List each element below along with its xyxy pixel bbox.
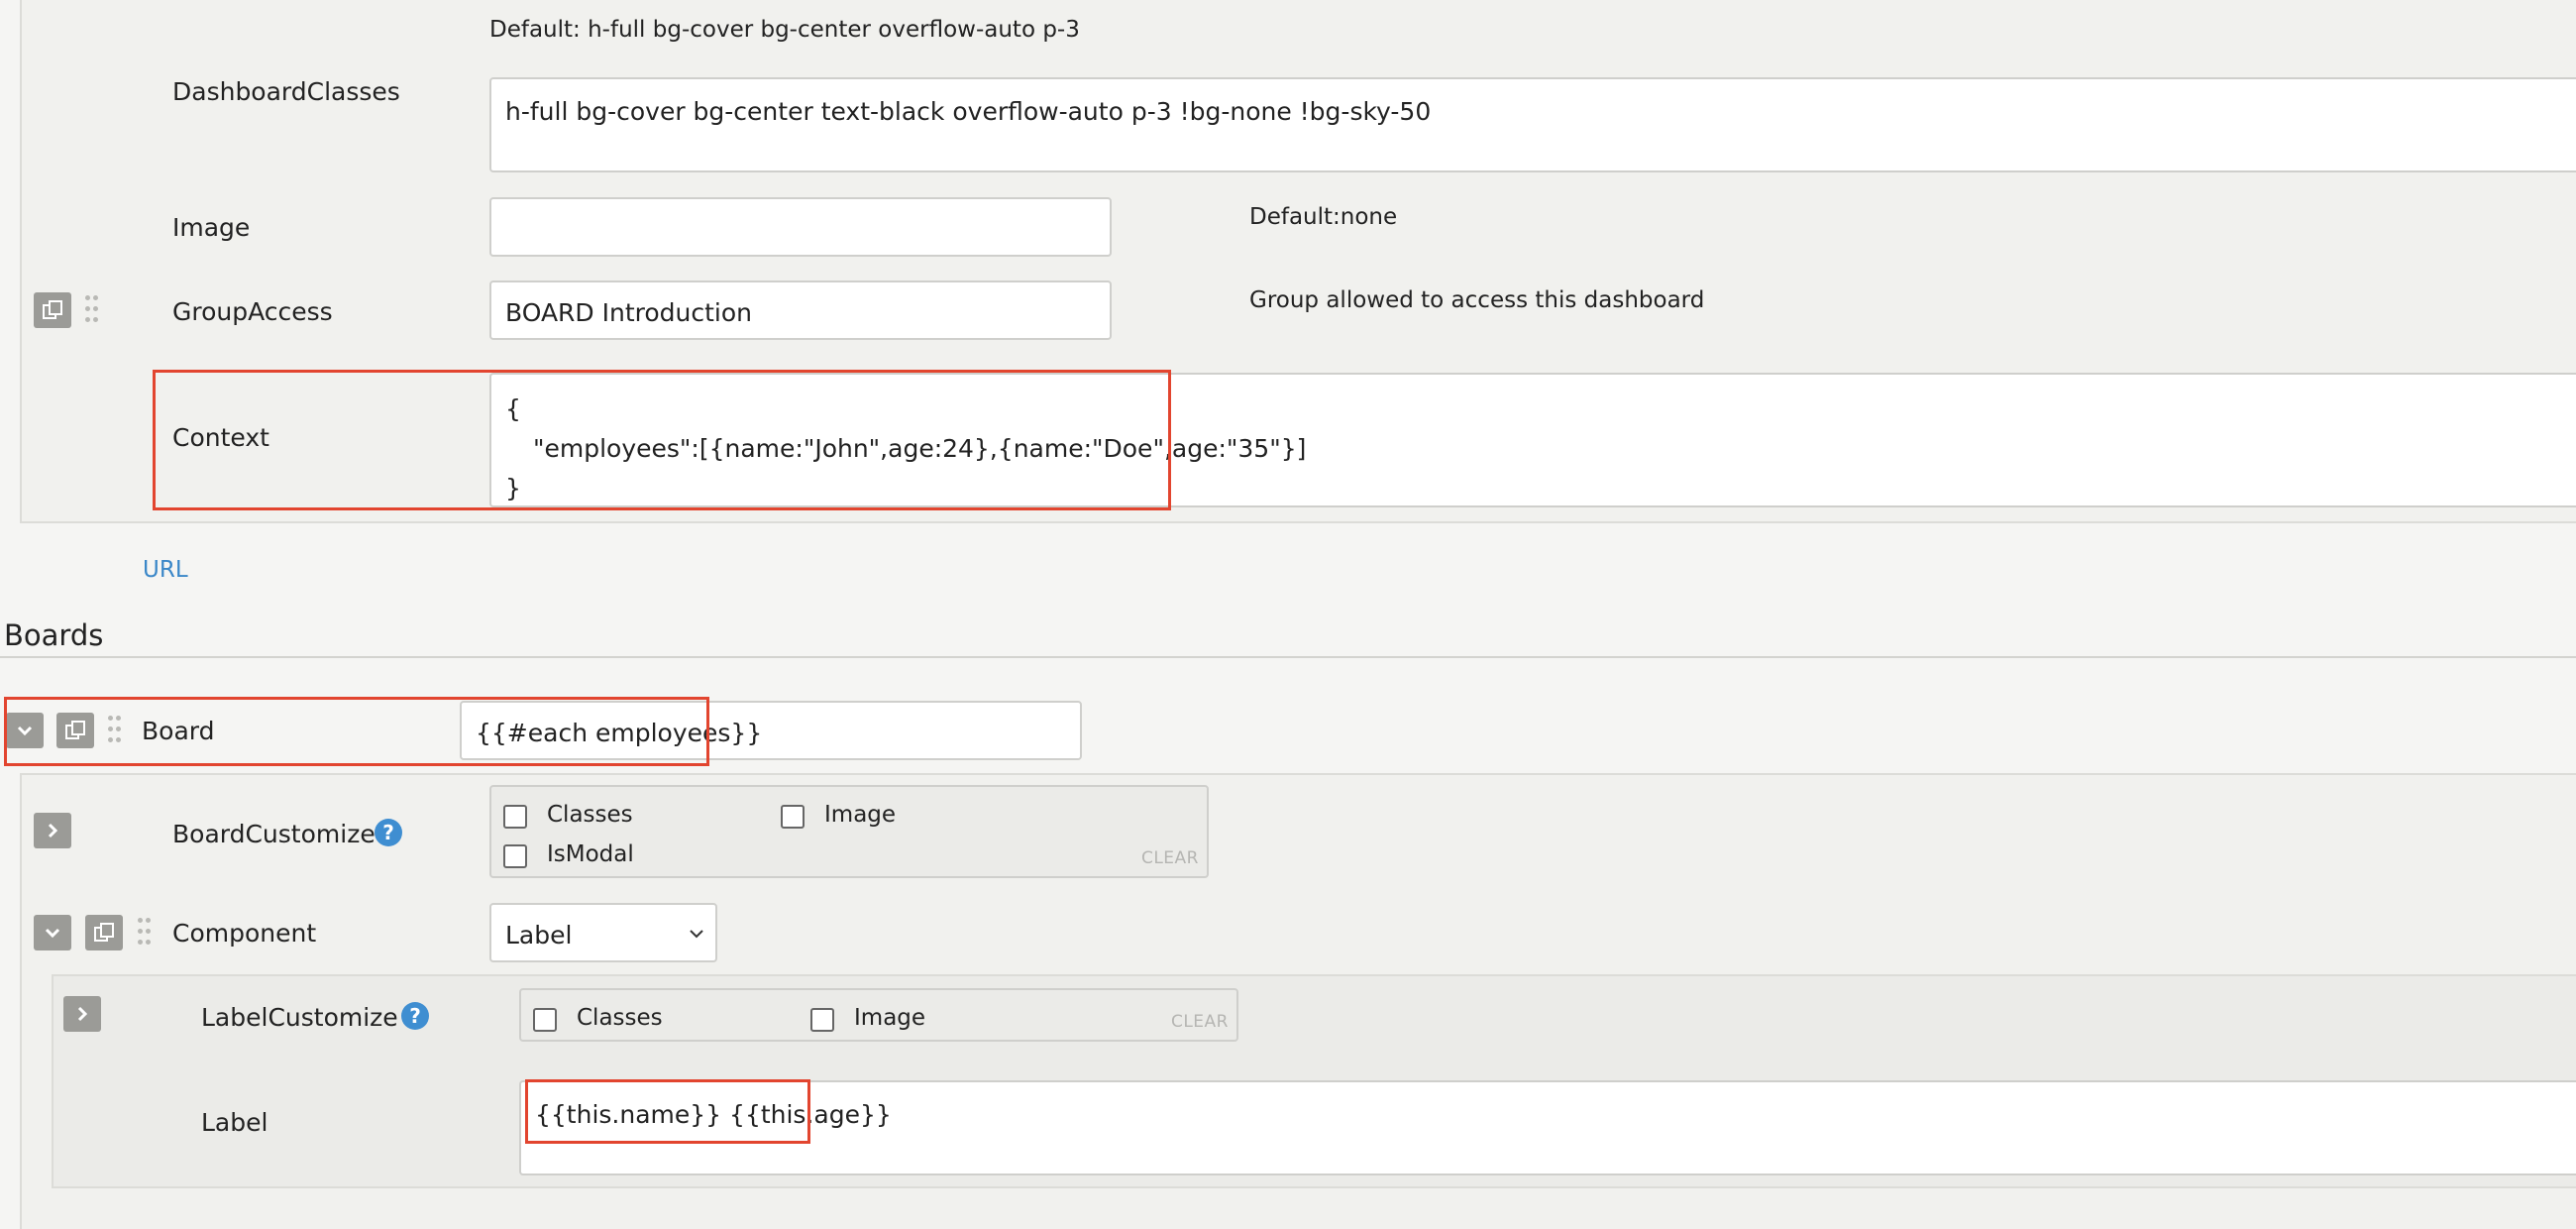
- drag-handle-icon[interactable]: [138, 918, 152, 948]
- dashboard-classes-input[interactable]: h-full bg-cover bg-center text-black ove…: [489, 77, 2576, 172]
- image-label: Image: [172, 213, 251, 242]
- image-input[interactable]: [489, 197, 1112, 257]
- group-access-label: GroupAccess: [172, 297, 333, 326]
- image-default-hint: Default:none: [1249, 204, 1398, 230]
- help-icon[interactable]: ?: [401, 1002, 429, 1030]
- label-field-input[interactable]: {{this.name}} {{this.age}}: [519, 1080, 2576, 1175]
- select-chevron-icon: [690, 930, 703, 939]
- dashboard-classes-label: DashboardClasses: [172, 77, 400, 106]
- label-field-label: Label: [201, 1108, 268, 1137]
- chevron-right-icon: [77, 1006, 88, 1022]
- label-field-highlight: [525, 1079, 810, 1144]
- chevron-right-icon: [48, 823, 58, 838]
- board-customize-options: Classes Image IsModal CLEAR: [489, 785, 1209, 878]
- classes-option-label: Classes: [547, 802, 633, 828]
- label-customize-label: LabelCustomize: [201, 1003, 398, 1032]
- dashboard-classes-default-hint: Default: h-full bg-cover bg-center overf…: [489, 17, 1080, 43]
- context-highlight: [153, 370, 1171, 510]
- component-selected-value: Label: [505, 921, 573, 950]
- image-checkbox[interactable]: [810, 1008, 834, 1032]
- board-customize-label: BoardCustomize: [172, 820, 376, 848]
- label-customize-clear-button[interactable]: CLEAR: [1171, 1012, 1229, 1032]
- ismodal-option-label: IsModal: [547, 841, 634, 867]
- copy-icon: [43, 300, 62, 319]
- boards-heading: Boards: [4, 618, 104, 652]
- image-checkbox[interactable]: [781, 805, 805, 829]
- label-customize-options: Classes Image CLEAR: [519, 988, 1238, 1042]
- collapse-component-button[interactable]: [34, 915, 71, 950]
- expand-label-customize-button[interactable]: [63, 996, 101, 1032]
- boards-divider: [0, 656, 2576, 658]
- image-option-label: Image: [854, 1005, 926, 1031]
- group-access-value: BOARD Introduction: [505, 298, 753, 327]
- copy-component-button[interactable]: [85, 915, 123, 950]
- component-select[interactable]: Label: [489, 903, 717, 962]
- expand-board-customize-button[interactable]: [34, 813, 71, 848]
- board-highlight: [4, 697, 709, 766]
- classes-option-label: Classes: [577, 1005, 663, 1031]
- chevron-down-icon: [45, 928, 60, 939]
- board-customize-clear-button[interactable]: CLEAR: [1141, 848, 1199, 868]
- group-access-hint: Group allowed to access this dashboard: [1249, 287, 1705, 313]
- group-access-input[interactable]: BOARD Introduction: [489, 280, 1112, 340]
- image-option-label: Image: [824, 802, 897, 828]
- component-label: Component: [172, 919, 317, 948]
- ismodal-checkbox[interactable]: [503, 844, 527, 868]
- classes-checkbox[interactable]: [533, 1008, 557, 1032]
- drag-handle-icon[interactable]: [85, 295, 99, 325]
- help-icon[interactable]: ?: [375, 819, 402, 846]
- url-link[interactable]: URL: [143, 559, 188, 582]
- copy-button[interactable]: [34, 292, 71, 328]
- copy-icon: [94, 923, 114, 942]
- dashboard-classes-value: h-full bg-cover bg-center text-black ove…: [505, 97, 1432, 126]
- classes-checkbox[interactable]: [503, 805, 527, 829]
